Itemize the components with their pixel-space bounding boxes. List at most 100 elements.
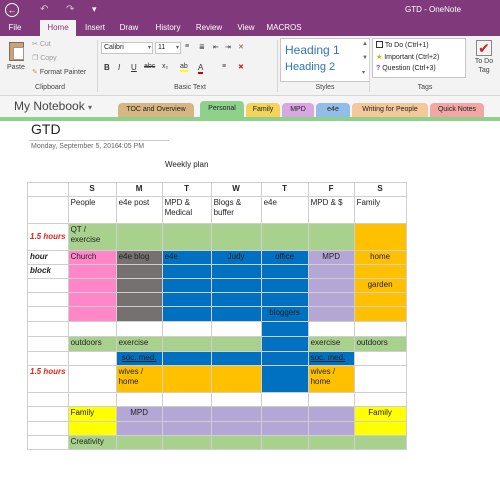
undo-icon[interactable]: ↶ — [40, 4, 48, 15]
table-cell[interactable] — [307, 406, 355, 422]
table-cell[interactable] — [260, 365, 309, 393]
format-painter-button[interactable]: ✎ Format Painter — [32, 68, 86, 76]
table-cell[interactable] — [210, 365, 262, 393]
table-cell[interactable] — [353, 321, 407, 337]
font-name-select[interactable]: Calibri ▾ — [101, 42, 153, 54]
table-cell[interactable]: exercise — [307, 336, 355, 352]
column-header[interactable]: Blogs & buffer — [210, 196, 262, 224]
table-cell[interactable] — [67, 421, 117, 436]
table-cell[interactable] — [67, 392, 117, 407]
clear-formatting-icon[interactable]: ✕ — [238, 43, 244, 51]
table-cell[interactable] — [210, 336, 262, 352]
table-cell[interactable] — [210, 392, 262, 407]
tab-history[interactable]: History — [152, 20, 184, 36]
table-cell[interactable] — [67, 292, 117, 307]
table-cell[interactable] — [27, 306, 69, 322]
table-cell[interactable] — [115, 435, 163, 450]
table-cell[interactable] — [67, 365, 117, 393]
table-cell[interactable] — [27, 321, 69, 337]
schedule-table[interactable]: S M T W T F S People e4e post MPD & Medi… — [27, 182, 407, 450]
section-tab-personal[interactable]: Personal — [200, 101, 244, 118]
table-cell[interactable] — [67, 306, 117, 322]
section-tab-e4e[interactable]: e4e — [316, 103, 350, 117]
section-tab-family[interactable]: Family — [246, 103, 280, 117]
time-label[interactable]: 1.5 hours — [27, 365, 69, 393]
table-cell[interactable] — [210, 351, 262, 366]
table-cell[interactable]: exercise — [115, 336, 163, 352]
table-cell[interactable] — [67, 264, 117, 279]
table-cell[interactable]: MPD — [115, 406, 163, 422]
table-cell[interactable] — [27, 351, 69, 366]
day-header[interactable]: T — [260, 182, 309, 197]
paste-button[interactable]: Paste — [6, 40, 28, 80]
section-tab-writing[interactable]: Writing for People — [352, 103, 428, 117]
table-cell[interactable] — [307, 223, 355, 251]
table-cell[interactable]: office — [260, 250, 309, 265]
strikethrough-button[interactable]: abc — [144, 63, 155, 70]
underline-button[interactable]: U — [131, 63, 137, 72]
table-cell[interactable] — [260, 392, 309, 407]
bullets-icon[interactable]: ≡ — [185, 43, 189, 50]
table-cell[interactable]: garden — [353, 278, 407, 293]
bold-button[interactable]: B — [104, 63, 110, 72]
column-header[interactable]: MPD & $ — [307, 196, 355, 224]
table-cell[interactable] — [115, 223, 163, 251]
table-cell[interactable] — [27, 292, 69, 307]
font-color-button[interactable]: A — [198, 63, 204, 74]
table-cell[interactable] — [161, 278, 212, 293]
table-cell[interactable] — [210, 435, 262, 450]
table-cell[interactable] — [260, 223, 309, 251]
table-cell[interactable]: Family — [67, 406, 117, 422]
table-cell[interactable] — [115, 264, 163, 279]
table-cell[interactable] — [161, 365, 212, 393]
day-header[interactable]: F — [307, 182, 355, 197]
table-cell[interactable] — [27, 336, 69, 352]
table-cell[interactable] — [307, 321, 355, 337]
tag-question[interactable]: ? Question (Ctrl+3) — [376, 65, 436, 72]
quick-access-dropdown-icon[interactable]: ▾ — [92, 4, 97, 15]
styles-gallery[interactable]: Heading 1 Heading 2 ▲ ▼ ▾ — [280, 38, 370, 82]
tab-insert[interactable]: Insert — [80, 20, 110, 36]
cut-button[interactable]: ✂ Cut — [32, 40, 51, 48]
table-cell[interactable] — [161, 223, 212, 251]
weekly-plan-heading[interactable]: Weekly plan — [165, 160, 208, 169]
table-cell[interactable] — [161, 392, 212, 407]
table-cell[interactable]: soc. med. — [115, 351, 163, 366]
table-cell[interactable] — [115, 421, 163, 436]
table-cell[interactable] — [161, 351, 212, 366]
day-header[interactable]: S — [67, 182, 117, 197]
day-header[interactable]: S — [353, 182, 407, 197]
table-cell[interactable] — [307, 421, 355, 436]
tab-draw[interactable]: Draw — [116, 20, 142, 36]
table-cell[interactable]: home — [353, 250, 407, 265]
align-icon[interactable]: ≡ — [222, 63, 226, 70]
table-cell[interactable] — [210, 223, 262, 251]
table-cell[interactable] — [353, 306, 407, 322]
table-cell[interactable]: Family — [353, 406, 407, 422]
table-cell[interactable] — [307, 306, 355, 322]
table-cell[interactable] — [260, 421, 309, 436]
table-cell[interactable] — [353, 264, 407, 279]
tab-file[interactable]: File — [4, 20, 26, 36]
column-header[interactable]: e4e post — [115, 196, 163, 224]
table-cell[interactable] — [260, 351, 309, 366]
table-cell[interactable] — [353, 421, 407, 436]
redo-icon[interactable]: ↷ — [66, 4, 74, 15]
table-cell[interactable] — [67, 278, 117, 293]
table-cell[interactable] — [260, 278, 309, 293]
table-cell[interactable] — [210, 292, 262, 307]
tags-gallery[interactable]: To Do (Ctrl+1) ★ Important (Ctrl+2) ? Qu… — [372, 38, 466, 78]
table-cell[interactable]: outdoors — [67, 336, 117, 352]
heading-1-style[interactable]: Heading 1 — [285, 43, 340, 57]
table-cell[interactable] — [115, 392, 163, 407]
section-tab-toc[interactable]: TOC and Overview — [118, 103, 194, 117]
table-cell[interactable] — [27, 182, 69, 197]
section-tab-quick-notes[interactable]: Quick Notes — [430, 103, 484, 117]
table-cell[interactable] — [353, 435, 407, 450]
table-cell[interactable] — [353, 392, 407, 407]
table-cell[interactable] — [27, 196, 69, 224]
scroll-down-icon[interactable]: ▼ — [362, 55, 368, 61]
tab-home[interactable]: Home — [40, 20, 76, 36]
table-cell[interactable] — [307, 278, 355, 293]
time-label[interactable]: block — [27, 264, 69, 279]
